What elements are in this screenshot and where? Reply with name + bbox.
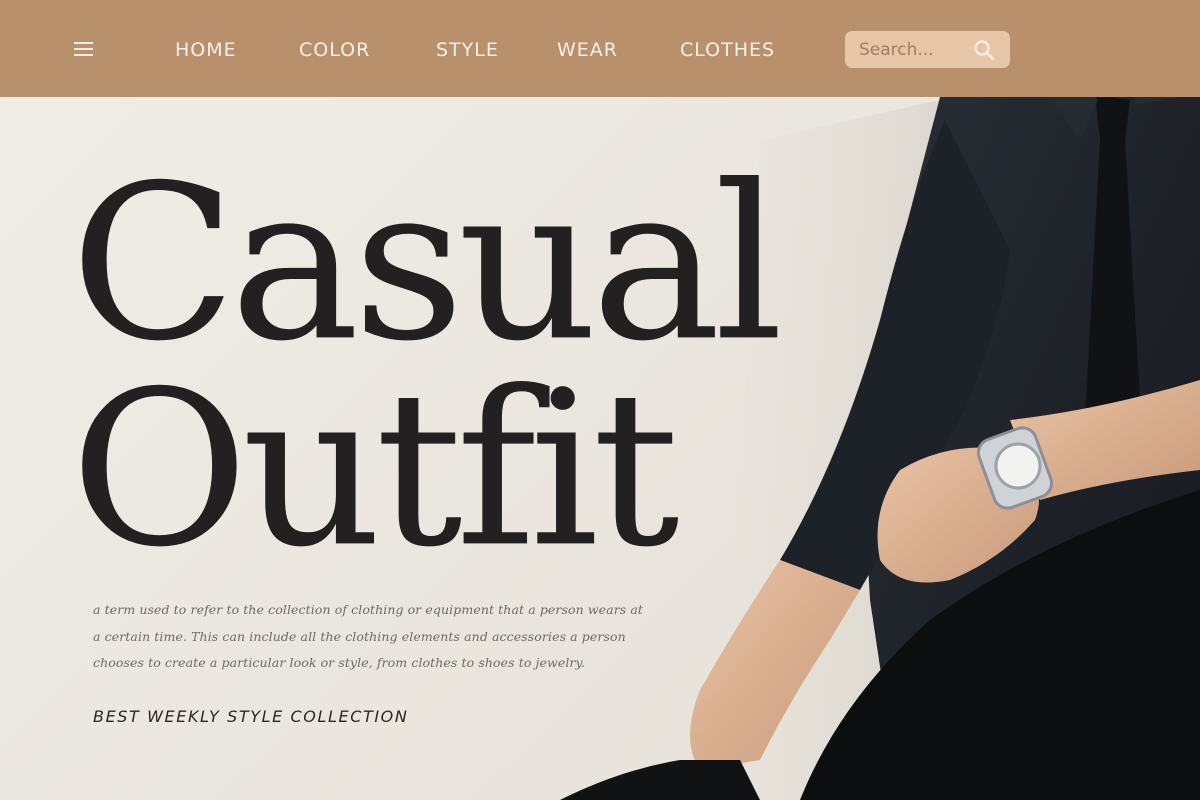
nav-item-color[interactable]: COLOR (299, 38, 370, 62)
top-header: HOME COLOR STYLE WEAR CLOTHES (0, 0, 1200, 97)
hero-title-line-1: Casual (70, 140, 784, 389)
nav-item-wear[interactable]: WEAR (557, 38, 618, 62)
hamburger-menu-icon[interactable] (74, 42, 94, 56)
hero-title-line-2: Outfit (70, 346, 680, 595)
nav-item-home[interactable]: HOME (175, 38, 237, 62)
page: HOME COLOR STYLE WEAR CLOTHES Casual Out… (0, 0, 1200, 800)
nav-item-style[interactable]: STYLE (436, 38, 499, 62)
hero-tagline: BEST WEEKLY STYLE COLLECTION (93, 707, 409, 726)
hero-description: a term used to refer to the collection o… (93, 602, 644, 670)
search-box (845, 31, 1010, 68)
search-input[interactable] (857, 37, 971, 62)
nav-item-clothes[interactable]: CLOTHES (680, 38, 775, 62)
search-icon[interactable] (973, 39, 995, 61)
